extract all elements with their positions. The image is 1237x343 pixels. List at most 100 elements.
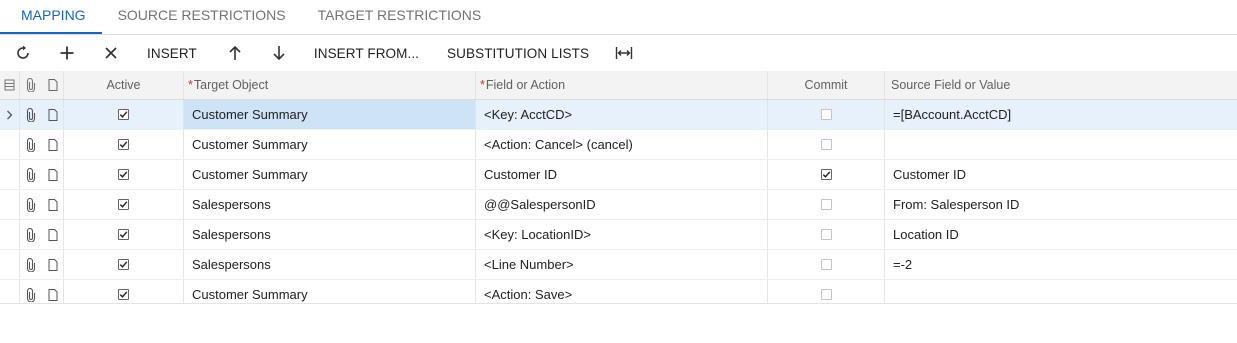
row-attachment[interactable] <box>20 130 42 159</box>
cell-source-field[interactable]: =[BAccount.AcctCD] <box>885 100 1237 129</box>
paperclip-icon[interactable] <box>26 137 36 152</box>
cell-target-object[interactable]: Salespersons <box>184 250 476 279</box>
table-row[interactable]: Salespersons <Line Number> =-2 <box>0 250 1237 280</box>
cell-field-or-action[interactable]: @@SalespersonID <box>476 190 768 219</box>
plus-icon[interactable] <box>56 42 78 64</box>
substitution-lists-button[interactable]: SUBSTITUTION LISTS <box>447 46 589 61</box>
cell-field-or-action[interactable]: <Line Number> <box>476 250 768 279</box>
paperclip-icon[interactable] <box>26 287 36 302</box>
cell-target-object[interactable]: Customer Summary <box>184 100 476 129</box>
cell-commit[interactable] <box>768 100 885 129</box>
insert-button[interactable]: INSERT <box>147 46 197 61</box>
active-checkbox[interactable] <box>118 229 129 240</box>
active-checkbox[interactable] <box>118 109 129 120</box>
active-checkbox[interactable] <box>118 139 129 150</box>
commit-checkbox[interactable] <box>820 109 832 120</box>
cell-target-object[interactable]: Salespersons <box>184 220 476 249</box>
cell-active[interactable] <box>64 130 184 159</box>
paperclip-icon[interactable] <box>26 107 36 122</box>
commit-checkbox[interactable] <box>820 139 832 150</box>
row-attachment[interactable] <box>20 220 42 249</box>
table-row[interactable]: Customer Summary Customer ID Customer ID <box>0 160 1237 190</box>
row-selector[interactable] <box>0 220 20 249</box>
row-attachment[interactable] <box>20 250 42 279</box>
row-note[interactable] <box>42 160 64 189</box>
tab-source-restrictions[interactable]: SOURCE RESTRICTIONS <box>102 0 302 34</box>
note-icon[interactable] <box>48 138 58 151</box>
column-header-source-field[interactable]: Source Field or Value <box>885 71 1237 99</box>
note-icon[interactable] <box>48 288 58 301</box>
table-row[interactable]: Salespersons <Key: LocationID> Location ID <box>0 220 1237 250</box>
note-icon[interactable] <box>48 198 58 211</box>
list-settings-icon[interactable] <box>4 79 15 91</box>
cell-active[interactable] <box>64 100 184 129</box>
commit-checkbox[interactable] <box>820 199 832 210</box>
cell-active[interactable] <box>64 190 184 219</box>
cell-active[interactable] <box>64 250 184 279</box>
cell-source-field[interactable]: Customer ID <box>885 160 1237 189</box>
row-attachment[interactable] <box>20 160 42 189</box>
cell-field-or-action[interactable]: <Key: AcctCD> <box>476 100 768 129</box>
row-selector[interactable] <box>0 250 20 279</box>
paperclip-icon[interactable] <box>26 167 36 182</box>
paperclip-icon[interactable] <box>26 227 36 242</box>
tab-target-restrictions[interactable]: TARGET RESTRICTIONS <box>302 0 498 34</box>
cell-target-object[interactable]: Customer Summary <box>184 130 476 159</box>
note-icon[interactable] <box>48 168 58 181</box>
row-selector[interactable] <box>0 160 20 189</box>
active-checkbox[interactable] <box>118 169 129 180</box>
note-icon[interactable] <box>48 258 58 271</box>
row-selector[interactable] <box>0 190 20 219</box>
commit-checkbox[interactable] <box>820 169 832 180</box>
commit-checkbox[interactable] <box>820 229 832 240</box>
row-note[interactable] <box>42 250 64 279</box>
cell-commit[interactable] <box>768 190 885 219</box>
fit-columns-icon[interactable] <box>613 42 635 64</box>
row-note[interactable] <box>42 100 64 129</box>
cell-source-field[interactable]: =-2 <box>885 250 1237 279</box>
cell-source-field[interactable]: From: Salesperson ID <box>885 190 1237 219</box>
arrow-down-icon[interactable] <box>268 42 290 64</box>
paperclip-icon[interactable] <box>26 257 36 272</box>
refresh-icon[interactable] <box>12 42 34 64</box>
table-row[interactable]: Salespersons @@SalespersonID From: Salespe… <box>0 190 1237 220</box>
row-selector[interactable] <box>0 100 20 129</box>
close-icon[interactable] <box>100 42 122 64</box>
cell-target-object[interactable]: Salespersons <box>184 190 476 219</box>
active-checkbox[interactable] <box>118 199 129 210</box>
cell-commit[interactable] <box>768 250 885 279</box>
cell-field-or-action[interactable]: <Key: LocationID> <box>476 220 768 249</box>
note-icon[interactable] <box>48 108 58 121</box>
cell-source-field[interactable] <box>885 130 1237 159</box>
cell-commit[interactable] <box>768 220 885 249</box>
table-row[interactable]: Customer Summary <Key: AcctCD> =[BAccount.… <box>0 100 1237 130</box>
cell-commit[interactable] <box>768 130 885 159</box>
paperclip-icon[interactable] <box>26 197 36 212</box>
column-header-field-or-action[interactable]: * Field or Action <box>476 71 768 99</box>
row-note[interactable] <box>42 190 64 219</box>
tab-mapping[interactable]: MAPPING <box>0 0 102 34</box>
arrow-up-icon[interactable] <box>224 42 246 64</box>
cell-active[interactable] <box>64 160 184 189</box>
column-header-target-object[interactable]: * Target Object <box>184 71 476 99</box>
cell-commit[interactable] <box>768 160 885 189</box>
row-attachment[interactable] <box>20 100 42 129</box>
row-selector[interactable] <box>0 130 20 159</box>
row-note[interactable] <box>42 130 64 159</box>
active-checkbox[interactable] <box>118 289 129 300</box>
active-checkbox[interactable] <box>118 259 129 270</box>
cell-field-or-action[interactable]: <Action: Cancel> (cancel) <box>476 130 768 159</box>
commit-checkbox[interactable] <box>820 289 832 300</box>
cell-source-field[interactable]: Location ID <box>885 220 1237 249</box>
cell-target-object[interactable]: Customer Summary <box>184 160 476 189</box>
insert-from-button[interactable]: INSERT FROM... <box>314 46 419 61</box>
column-header-active[interactable]: Active <box>64 71 184 99</box>
cell-active[interactable] <box>64 220 184 249</box>
table-row[interactable]: Customer Summary <Action: Cancel> (cancel… <box>0 130 1237 160</box>
column-header-commit[interactable]: Commit <box>768 71 885 99</box>
row-attachment[interactable] <box>20 190 42 219</box>
row-note[interactable] <box>42 220 64 249</box>
note-icon[interactable] <box>48 228 58 241</box>
commit-checkbox[interactable] <box>820 259 832 270</box>
cell-field-or-action[interactable]: Customer ID <box>476 160 768 189</box>
